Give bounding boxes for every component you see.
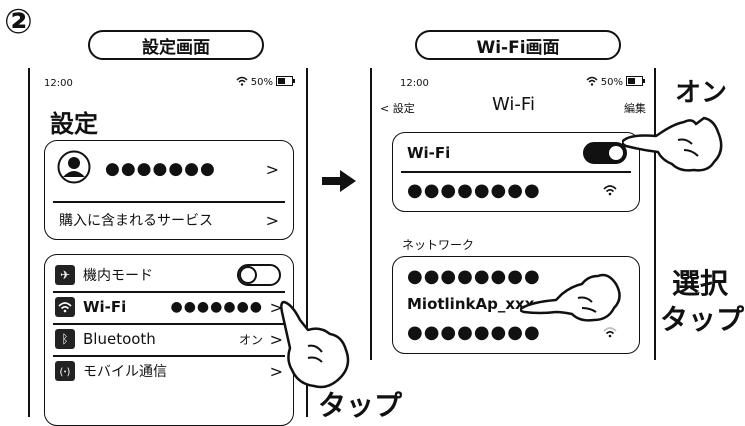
pointing-hand-icon [519, 262, 626, 332]
wifi-toggle-card: Wi-Fi ●●●●●●●● [392, 132, 640, 212]
mobile-data-row[interactable]: (ꞏ) モバイル通信 > [55, 357, 285, 385]
airplane-mode-label: 機内モード [83, 268, 153, 284]
account-card: ●●●●●●● > 購入に含まれるサービス > [44, 140, 294, 240]
wifi-screen-title: Wi-Fi画面 [415, 30, 621, 60]
callout-tap-bottom: タップ [318, 389, 403, 422]
purchased-services-row[interactable]: 購入に含まれるサービス > [45, 203, 293, 237]
purchased-services-label: 購入に含まれるサービス [59, 213, 213, 229]
bluetooth-row[interactable]: ᛒ Bluetooth オン > [55, 325, 285, 353]
wifi-label: Wi-Fi [83, 298, 127, 316]
wifi-divider [401, 171, 631, 173]
battery-icon [276, 76, 296, 89]
status-time: 12:00 [400, 78, 429, 89]
antenna-icon: (ꞏ) [55, 361, 75, 381]
pointing-hand-icon [278, 300, 352, 396]
callout-select: 選択 [672, 267, 729, 300]
bluetooth-value: オン [238, 332, 263, 347]
wifi-toggle-label: Wi-Fi [407, 144, 451, 162]
signal-icon [603, 181, 617, 200]
status-bar-right: 50% [236, 76, 296, 89]
wifi-row[interactable]: Wi-Fi ●●●●●●● > [55, 293, 285, 321]
wifi-network-name: ●●●●●●● [170, 299, 263, 315]
bluetooth-icon: ᛒ [55, 329, 75, 349]
avatar-icon [57, 150, 91, 188]
mobile-data-label: モバイル通信 [83, 364, 167, 380]
wifi-toggle-row[interactable]: Wi-Fi [407, 139, 627, 167]
settings-phone: 12:00 50% 設定 ●●●●●●● > 購入に含まれるサービス > ✈ 機… [28, 68, 308, 426]
bluetooth-label: Bluetooth [83, 330, 156, 348]
wifi-toggle[interactable] [583, 142, 627, 164]
airplane-mode-row[interactable]: ✈ 機内モード [55, 261, 285, 289]
wifi-status-icon [586, 76, 598, 89]
airplane-icon: ✈ [55, 265, 75, 285]
right-arrow-icon [322, 170, 356, 196]
step-number: ② [4, 2, 33, 42]
battery-percent: 50% [250, 77, 273, 88]
network-section-label: ネットワーク [402, 238, 475, 252]
settings-list-card: ✈ 機内モード Wi-Fi ●●●●●●● > ᛒ Bluetooth オン >… [44, 254, 294, 426]
connected-network-name: ●●●●●●●● [407, 179, 541, 201]
settings-screen-title: 設定画面 [88, 30, 264, 60]
battery-percent: 50% [600, 77, 623, 88]
wifi-status-icon [236, 76, 248, 89]
airplane-mode-toggle[interactable] [237, 264, 281, 286]
wifi-icon [55, 297, 75, 317]
purchased-services-chevron: > [265, 210, 279, 230]
network-name: MiotlinkAp_xxx [407, 295, 535, 313]
pointing-hand-icon [621, 110, 726, 180]
callout-tap-right: タップ [660, 303, 745, 336]
account-row[interactable]: ●●●●●●● > [45, 141, 293, 197]
account-chevron: > [265, 159, 279, 179]
status-time: 12:00 [44, 78, 73, 89]
status-bar-right: 50% [586, 76, 646, 89]
connected-network-row[interactable]: ●●●●●●●● [407, 175, 627, 205]
battery-icon [626, 76, 646, 89]
nav-title: Wi-Fi [492, 94, 535, 115]
callout-on: オン [675, 78, 728, 108]
page-title: 設定 [50, 110, 98, 138]
account-name: ●●●●●●● [105, 159, 216, 179]
back-button[interactable]: < 設定 [380, 100, 415, 116]
